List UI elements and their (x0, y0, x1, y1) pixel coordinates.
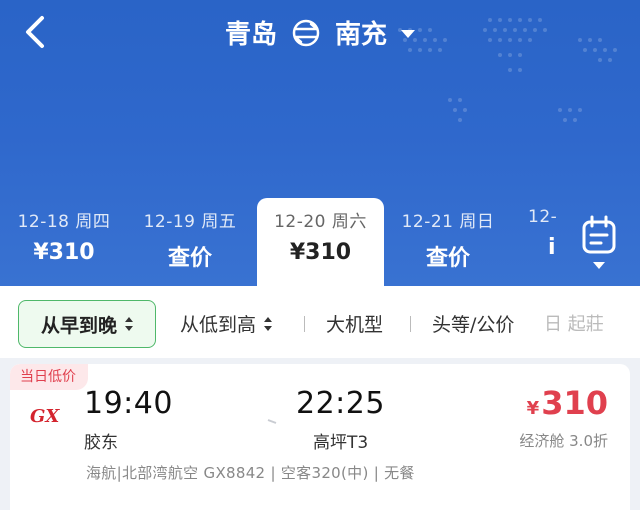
divider (304, 316, 305, 332)
date-tab-date: 12-20 周六 (274, 212, 367, 232)
sort-toggle-icon (264, 316, 273, 331)
date-tab-date: 12-18 周四 (17, 212, 111, 232)
date-tab-price: ¥310 (289, 240, 352, 265)
flight-price: ¥310 (527, 384, 608, 422)
date-tab-12-21[interactable]: 12-21 周日 查价 (388, 198, 508, 288)
departure-airport: 胶东 (84, 433, 118, 453)
airline-logo-icon: GX (30, 406, 60, 427)
cabin-discount: 经济舱 3.0折 (519, 432, 608, 450)
sort-label: 从早到晚 (40, 314, 117, 337)
flight-route-line (196, 419, 277, 424)
date-tab-12-22[interactable]: 12- i (518, 198, 564, 288)
flight-details: 海航|北部湾航空 GX8842 | 空客320(中) | 无餐 (86, 464, 415, 482)
date-tab-date: 12-21 周日 (401, 212, 495, 232)
filter-label: 从低到高 (180, 314, 257, 336)
divider (410, 316, 411, 332)
filter-label: 头等/公价 (432, 314, 515, 336)
filter-label: 日 起莊 (544, 314, 604, 335)
arrival-airport: 高坪T3 (313, 433, 369, 453)
filter-large-aircraft-button[interactable]: 大机型 (326, 310, 383, 337)
lowest-price-badge: 当日低价 (10, 364, 88, 390)
filter-first-class-button[interactable]: 头等/公价 (432, 310, 514, 337)
date-tab-price: ¥310 (33, 240, 95, 265)
date-tab-price: i (548, 235, 556, 260)
svg-text:GX: GX (30, 406, 60, 427)
date-tabs: 12-18 周四 ¥310 12-19 周五 查价 12-20 周六 ¥310 … (0, 198, 640, 288)
sort-early-to-late-button[interactable]: 从早到晚 (18, 300, 156, 348)
sort-toggle-icon (125, 317, 133, 331)
route-dropdown-icon[interactable] (401, 30, 416, 38)
origin-city: 青岛 (224, 20, 277, 50)
arrival-time: 22:25 (296, 386, 385, 421)
sort-price-low-high-button[interactable]: 从低到高 (180, 310, 273, 337)
flight-card[interactable]: 当日低价 GX 19:40 胶东 22:25 高坪T3 ¥310 经济舱 3.0… (10, 364, 630, 510)
filter-more-button[interactable]: 日 起莊 (544, 310, 604, 336)
date-tab-date: 12-19 周五 (143, 212, 237, 232)
route-selector[interactable]: 青岛 南充 (0, 14, 640, 51)
price-value: 310 (541, 384, 608, 422)
calendar-icon[interactable] (574, 210, 626, 280)
sort-filter-bar: 从早到晚 从低到高 大机型 头等/公价 日 起莊 (0, 286, 640, 358)
currency-symbol: ¥ (526, 398, 540, 419)
date-tab-12-18[interactable]: 12-18 周四 ¥310 (4, 198, 124, 288)
top-bar: 青岛 南充 (0, 0, 640, 64)
date-tab-12-19[interactable]: 12-19 周五 查价 (130, 198, 250, 288)
destination-city: 南充 (335, 20, 388, 50)
date-tab-price: 查价 (425, 246, 470, 271)
filter-label: 大机型 (326, 314, 384, 336)
swap-route-icon[interactable] (289, 16, 323, 50)
date-tab-12-20-selected[interactable]: 12-20 周六 ¥310 (257, 198, 384, 288)
departure-time: 19:40 (84, 386, 173, 421)
date-tab-price: 查价 (167, 246, 212, 271)
date-tab-date: 12- (528, 207, 558, 227)
